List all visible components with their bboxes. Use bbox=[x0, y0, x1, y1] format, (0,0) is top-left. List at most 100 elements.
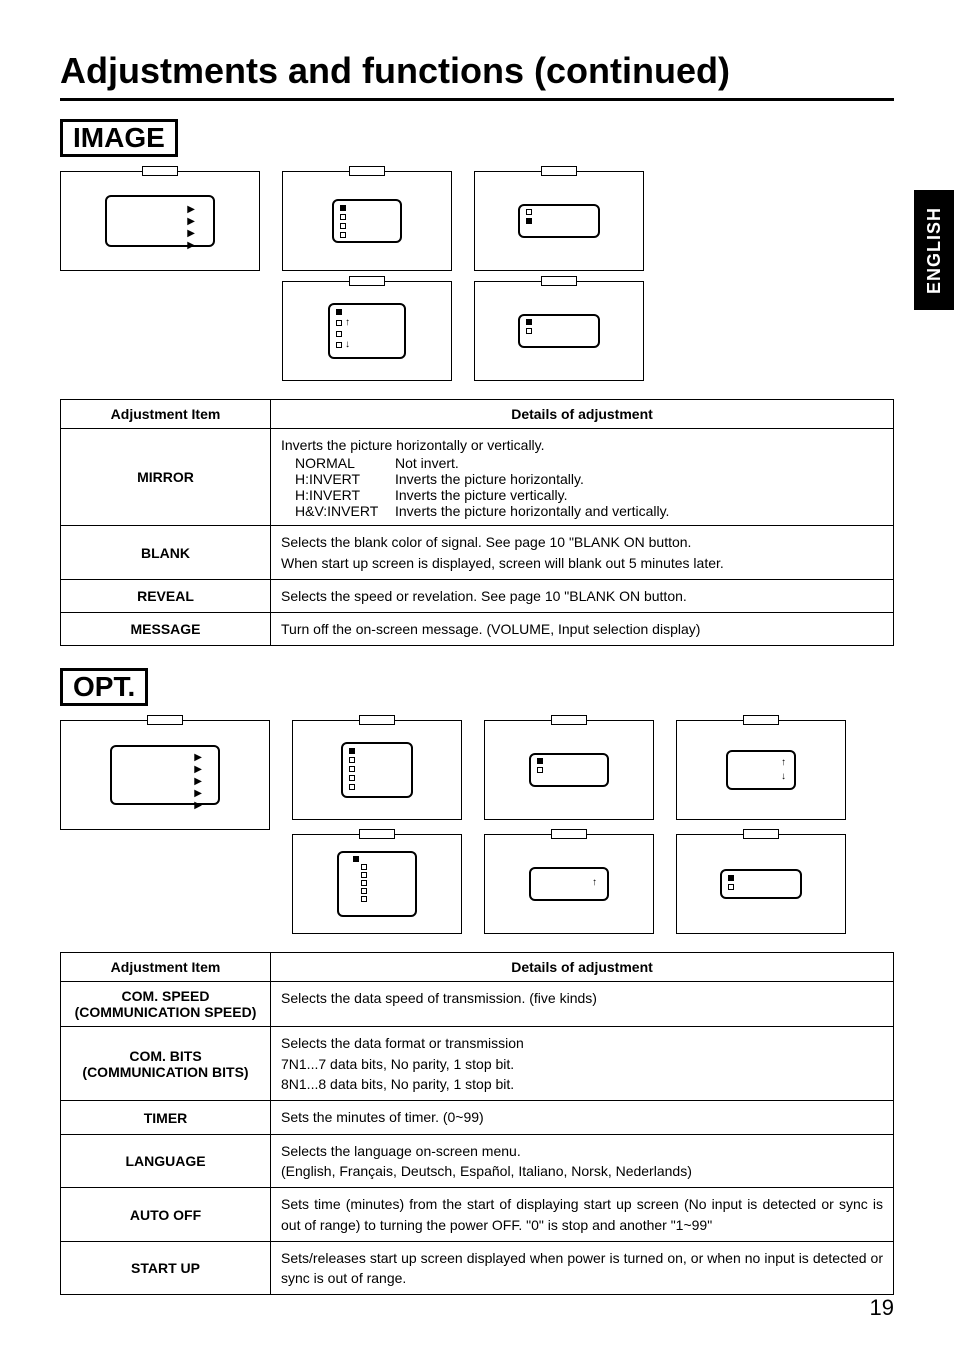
details-cell: Selects the speed or revelation. See pag… bbox=[271, 579, 894, 612]
screen-tab-icon bbox=[349, 166, 385, 176]
mirror-options: NORMALNot invert. H:INVERTInverts the pi… bbox=[281, 455, 883, 519]
diagram-opt-c2 bbox=[676, 834, 846, 934]
screen-tab-icon bbox=[551, 715, 587, 725]
item-subtitle: (COMMUNICATION BITS) bbox=[71, 1064, 260, 1080]
th-item: Adjustment Item bbox=[61, 400, 271, 429]
opt-key: H:INVERT bbox=[295, 487, 395, 503]
screen-tab-icon bbox=[743, 829, 779, 839]
screen-tab-icon bbox=[541, 166, 577, 176]
item-title: COM. BITS bbox=[129, 1048, 201, 1064]
diagram-menu-list2: ↑ ↓ bbox=[282, 281, 452, 381]
up-arrow-icon: ↑ bbox=[592, 877, 597, 888]
table-row: BLANK Selects the blank color of signal.… bbox=[61, 526, 894, 580]
diagram-opt-b2: ↑ bbox=[484, 834, 654, 934]
inner-screen bbox=[720, 869, 802, 899]
details-cell: Sets/releases start up screen displayed … bbox=[271, 1241, 894, 1295]
inner-screen bbox=[518, 314, 600, 348]
diagram-opt-a2 bbox=[292, 834, 462, 934]
menu-list-icon bbox=[526, 209, 532, 224]
item-cell: COM. BITS (COMMUNICATION BITS) bbox=[61, 1027, 271, 1101]
details-text: Sets time (minutes) from the start of di… bbox=[281, 1194, 883, 1235]
menu-list-icon bbox=[728, 875, 734, 890]
item-cell: START UP bbox=[61, 1241, 271, 1295]
screen-tab-icon bbox=[743, 715, 779, 725]
item-cell: LANGUAGE bbox=[61, 1134, 271, 1188]
diagram-opt-b1 bbox=[484, 720, 654, 820]
diagram-menu-select1 bbox=[474, 171, 644, 271]
details-text: Selects the speed or revelation. See pag… bbox=[281, 586, 883, 606]
details-cell: Selects the data format or transmission … bbox=[271, 1027, 894, 1101]
image-diagram-row: ▶▶▶▶ ↑ ↓ bbox=[60, 171, 894, 381]
updown-arrow-icon: ↑↓ bbox=[781, 758, 786, 782]
opt-table: Adjustment Item Details of adjustment CO… bbox=[60, 952, 894, 1295]
inner-screen bbox=[529, 753, 609, 787]
th-details: Details of adjustment bbox=[271, 400, 894, 429]
item-cell: AUTO OFF bbox=[61, 1188, 271, 1242]
table-row: AUTO OFF Sets time (minutes) from the st… bbox=[61, 1188, 894, 1242]
details-cell: Sets time (minutes) from the start of di… bbox=[271, 1188, 894, 1242]
inner-screen: ▶▶▶▶▶ bbox=[110, 745, 220, 805]
screen-tab-icon bbox=[541, 276, 577, 286]
diagram-menu-list1 bbox=[282, 171, 452, 271]
inner-screen bbox=[337, 851, 417, 917]
diagram-opt-main: ▶▶▶▶▶ bbox=[60, 720, 270, 830]
menu-list-icon: ↑ ↓ bbox=[336, 309, 350, 350]
details-text: Sets the minutes of timer. (0~99) bbox=[281, 1107, 883, 1127]
section-label-opt: OPT. bbox=[60, 668, 148, 706]
item-subtitle: (COMMUNICATION SPEED) bbox=[71, 1004, 260, 1020]
opt-val: Inverts the picture horizontally. bbox=[395, 471, 584, 487]
details-cell: Selects the data speed of transmission. … bbox=[271, 982, 894, 1027]
details-cell: Inverts the picture horizontally or vert… bbox=[271, 429, 894, 526]
tree-icon bbox=[353, 856, 367, 902]
menu-list-icon bbox=[526, 319, 532, 334]
table-row: TIMER Sets the minutes of timer. (0~99) bbox=[61, 1101, 894, 1134]
details-text: Selects the blank color of signal. See p… bbox=[281, 532, 883, 573]
details-cell: Selects the blank color of signal. See p… bbox=[271, 526, 894, 580]
table-row: REVEAL Selects the speed or revelation. … bbox=[61, 579, 894, 612]
table-row: MIRROR Inverts the picture horizontally … bbox=[61, 429, 894, 526]
details-text: Sets/releases start up screen displayed … bbox=[281, 1248, 883, 1289]
diagram-opt-c1: ↑↓ bbox=[676, 720, 846, 820]
arrow-icons: ▶▶▶▶ bbox=[187, 205, 195, 251]
details-cell: Sets the minutes of timer. (0~99) bbox=[271, 1101, 894, 1134]
mirror-intro: Inverts the picture horizontally or vert… bbox=[281, 435, 883, 455]
inner-screen: ↑↓ bbox=[726, 750, 796, 790]
inner-screen bbox=[518, 204, 600, 238]
opt-key: H&V:INVERT bbox=[295, 503, 395, 519]
menu-list-icon bbox=[349, 748, 355, 790]
screen-tab-icon bbox=[349, 276, 385, 286]
item-cell: REVEAL bbox=[61, 579, 271, 612]
opt-key: H:INVERT bbox=[295, 471, 395, 487]
item-cell: TIMER bbox=[61, 1101, 271, 1134]
inner-screen bbox=[341, 742, 413, 798]
screen-tab-icon bbox=[147, 715, 183, 725]
details-cell: Turn off the on-screen message. (VOLUME,… bbox=[271, 613, 894, 646]
screen-tab-icon bbox=[551, 829, 587, 839]
th-item: Adjustment Item bbox=[61, 953, 271, 982]
item-cell: MIRROR bbox=[61, 429, 271, 526]
arrow-icons: ▶▶▶▶▶ bbox=[194, 753, 202, 811]
table-row: COM. BITS (COMMUNICATION BITS) Selects t… bbox=[61, 1027, 894, 1101]
item-cell: MESSAGE bbox=[61, 613, 271, 646]
diagram-menu-main: ▶▶▶▶ bbox=[60, 171, 260, 271]
item-title: COM. SPEED bbox=[122, 988, 210, 1004]
details-cell: Selects the language on-screen menu. (En… bbox=[271, 1134, 894, 1188]
inner-screen: ▶▶▶▶ bbox=[105, 195, 215, 247]
section-label-image: IMAGE bbox=[60, 119, 178, 157]
screen-tab-icon bbox=[142, 166, 178, 176]
page-title: Adjustments and functions (continued) bbox=[60, 50, 894, 101]
opt-diagram-row: ▶▶▶▶▶ bbox=[60, 720, 894, 934]
table-row: START UP Sets/releases start up screen d… bbox=[61, 1241, 894, 1295]
details-text: Turn off the on-screen message. (VOLUME,… bbox=[281, 619, 883, 639]
opt-val: Inverts the picture vertically. bbox=[395, 487, 567, 503]
item-cell: BLANK bbox=[61, 526, 271, 580]
diagram-menu-select2 bbox=[474, 281, 644, 381]
language-side-tab: ENGLISH bbox=[914, 190, 954, 310]
details-text: Selects the data speed of transmission. … bbox=[281, 988, 883, 1008]
table-row: COM. SPEED (COMMUNICATION SPEED) Selects… bbox=[61, 982, 894, 1027]
th-details: Details of adjustment bbox=[271, 953, 894, 982]
inner-screen: ↑ ↓ bbox=[328, 303, 406, 359]
diagram-opt-a1 bbox=[292, 720, 462, 820]
opt-val: Not invert. bbox=[395, 455, 459, 471]
table-row: MESSAGE Turn off the on-screen message. … bbox=[61, 613, 894, 646]
